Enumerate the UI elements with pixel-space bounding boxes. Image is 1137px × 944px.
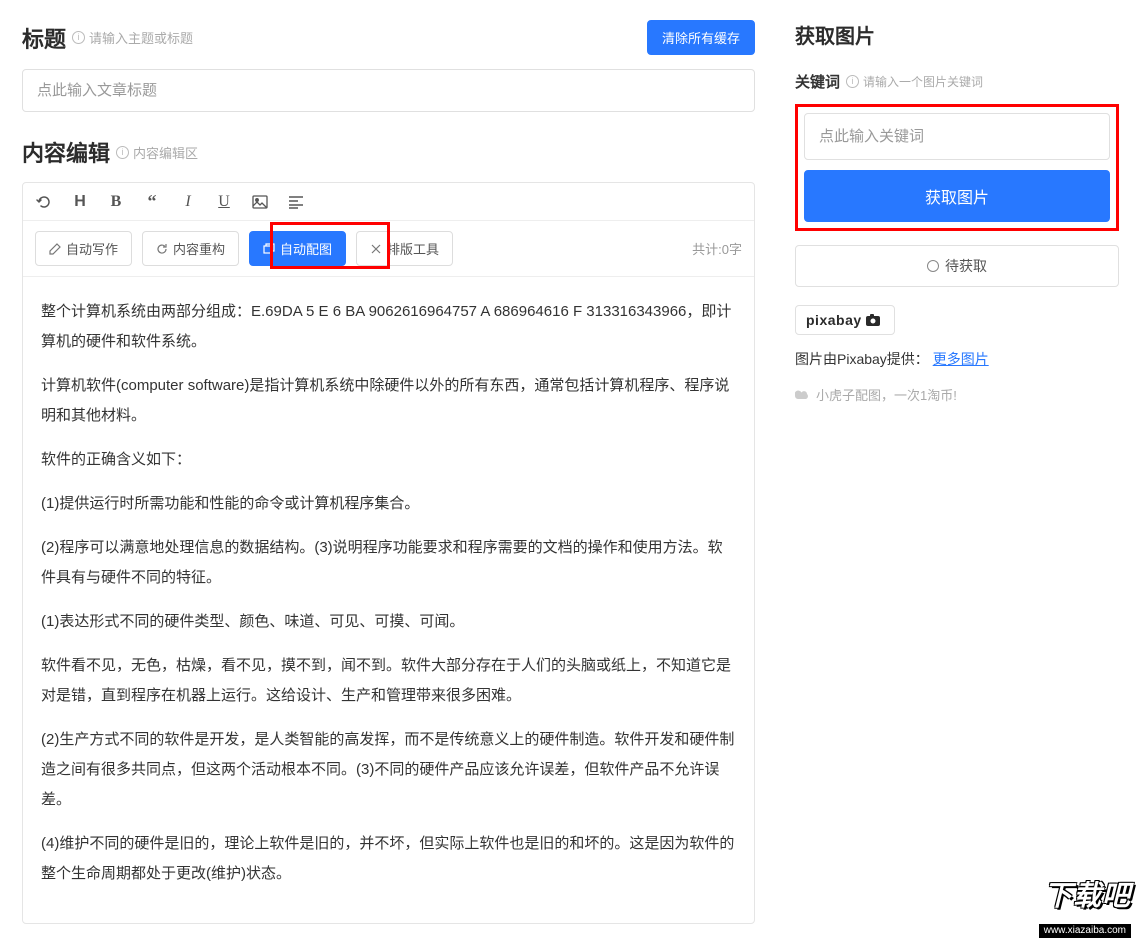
highlight-frame-sidebar: 获取图片 xyxy=(795,104,1119,231)
underline-icon[interactable]: U xyxy=(215,193,233,211)
watermark: 下载吧 www.xiazaiba.com xyxy=(1039,882,1131,938)
quote-icon[interactable]: “ xyxy=(143,191,161,212)
editor-content[interactable]: 整个计算机系统由两部分组成：E.69DA 5 E 6 BA 9062616964… xyxy=(23,277,754,923)
bold-icon[interactable]: B xyxy=(107,193,125,211)
content-paragraph: 软件看不见，无色，枯燥，看不见，摸不到，闻不到。软件大部分存在于人们的头脑或纸上… xyxy=(41,651,736,711)
auto-write-button[interactable]: 自动写作 xyxy=(35,231,132,266)
heading-icon[interactable]: H xyxy=(71,193,89,211)
pending-button[interactable]: 待获取 xyxy=(795,245,1119,287)
action-toolbar: 自动写作 内容重构 自动配图 排版工具 xyxy=(23,221,754,277)
title-section-label: 标题 i 请输入主题或标题 xyxy=(22,22,193,54)
content-paragraph: (2)程序可以满意地处理信息的数据结构。(3)说明程序功能要求和程序需要的文档的… xyxy=(41,533,736,593)
layout-tools-button[interactable]: 排版工具 xyxy=(356,231,453,266)
content-paragraph: (4)维护不同的硬件是旧的，理论上软件是旧的，并不坏，但实际上软件也是旧的和坏的… xyxy=(41,829,736,889)
pixabay-badge: pixabay xyxy=(795,305,895,335)
align-icon[interactable] xyxy=(287,193,305,211)
keyword-label: 关键词 xyxy=(795,71,840,92)
keyword-input[interactable] xyxy=(804,113,1110,160)
content-paragraph: (1)表达形式不同的硬件类型、颜色、味道、可见、可摸、可闻。 xyxy=(41,607,736,637)
keyword-hint: i 请输入一个图片关键词 xyxy=(846,73,983,90)
content-paragraph: 整个计算机系统由两部分组成：E.69DA 5 E 6 BA 9062616964… xyxy=(41,297,736,357)
refresh-icon xyxy=(156,243,168,255)
content-paragraph: (2)生产方式不同的软件是开发，是人类智能的高发挥，而不是传统意义上的硬件制造。… xyxy=(41,725,736,815)
undo-icon[interactable] xyxy=(35,193,53,211)
content-paragraph: 软件的正确含义如下： xyxy=(41,445,736,475)
auto-image-button[interactable]: 自动配图 xyxy=(249,231,346,266)
cloud-icon xyxy=(795,389,810,400)
editor-section-label: 内容编辑 i 内容编辑区 xyxy=(22,136,755,168)
layers-icon xyxy=(263,243,275,255)
info-icon: i xyxy=(116,146,129,159)
provider-line: 图片由Pixabay提供： 更多图片 xyxy=(795,349,1119,369)
formatting-toolbar: H B “ I U xyxy=(23,183,754,221)
footer-note: 小虎子配图，一次1淘币! xyxy=(795,385,1119,404)
keyword-label-row: 关键词 i 请输入一个图片关键词 xyxy=(795,71,1119,92)
italic-icon[interactable]: I xyxy=(179,193,197,211)
circle-icon xyxy=(927,260,939,272)
title-hint: i 请输入主题或标题 xyxy=(72,28,193,47)
content-paragraph: (1)提供运行时所需功能和性能的命令或计算机程序集合。 xyxy=(41,489,736,519)
info-icon: i xyxy=(72,31,85,44)
clear-cache-button[interactable]: 清除所有缓存 xyxy=(647,20,755,55)
restructure-button[interactable]: 内容重构 xyxy=(142,231,239,266)
word-counter: 共计:0字 xyxy=(692,239,742,258)
info-icon: i xyxy=(846,75,859,88)
title-header: 标题 i 请输入主题或标题 清除所有缓存 xyxy=(22,20,755,55)
camera-icon xyxy=(866,314,884,326)
fetch-images-button[interactable]: 获取图片 xyxy=(804,170,1110,222)
image-icon[interactable] xyxy=(251,193,269,211)
sidebar-title: 获取图片 xyxy=(795,20,1119,49)
more-images-link[interactable]: 更多图片 xyxy=(933,351,989,367)
editor-container: H B “ I U 自动写作 xyxy=(22,182,755,924)
tools-icon xyxy=(370,243,382,255)
content-paragraph: 计算机软件(computer software)是指计算机系统中除硬件以外的所有… xyxy=(41,371,736,431)
article-title-input[interactable] xyxy=(22,69,755,112)
editor-hint: i 内容编辑区 xyxy=(116,143,198,162)
pencil-icon xyxy=(49,243,61,255)
